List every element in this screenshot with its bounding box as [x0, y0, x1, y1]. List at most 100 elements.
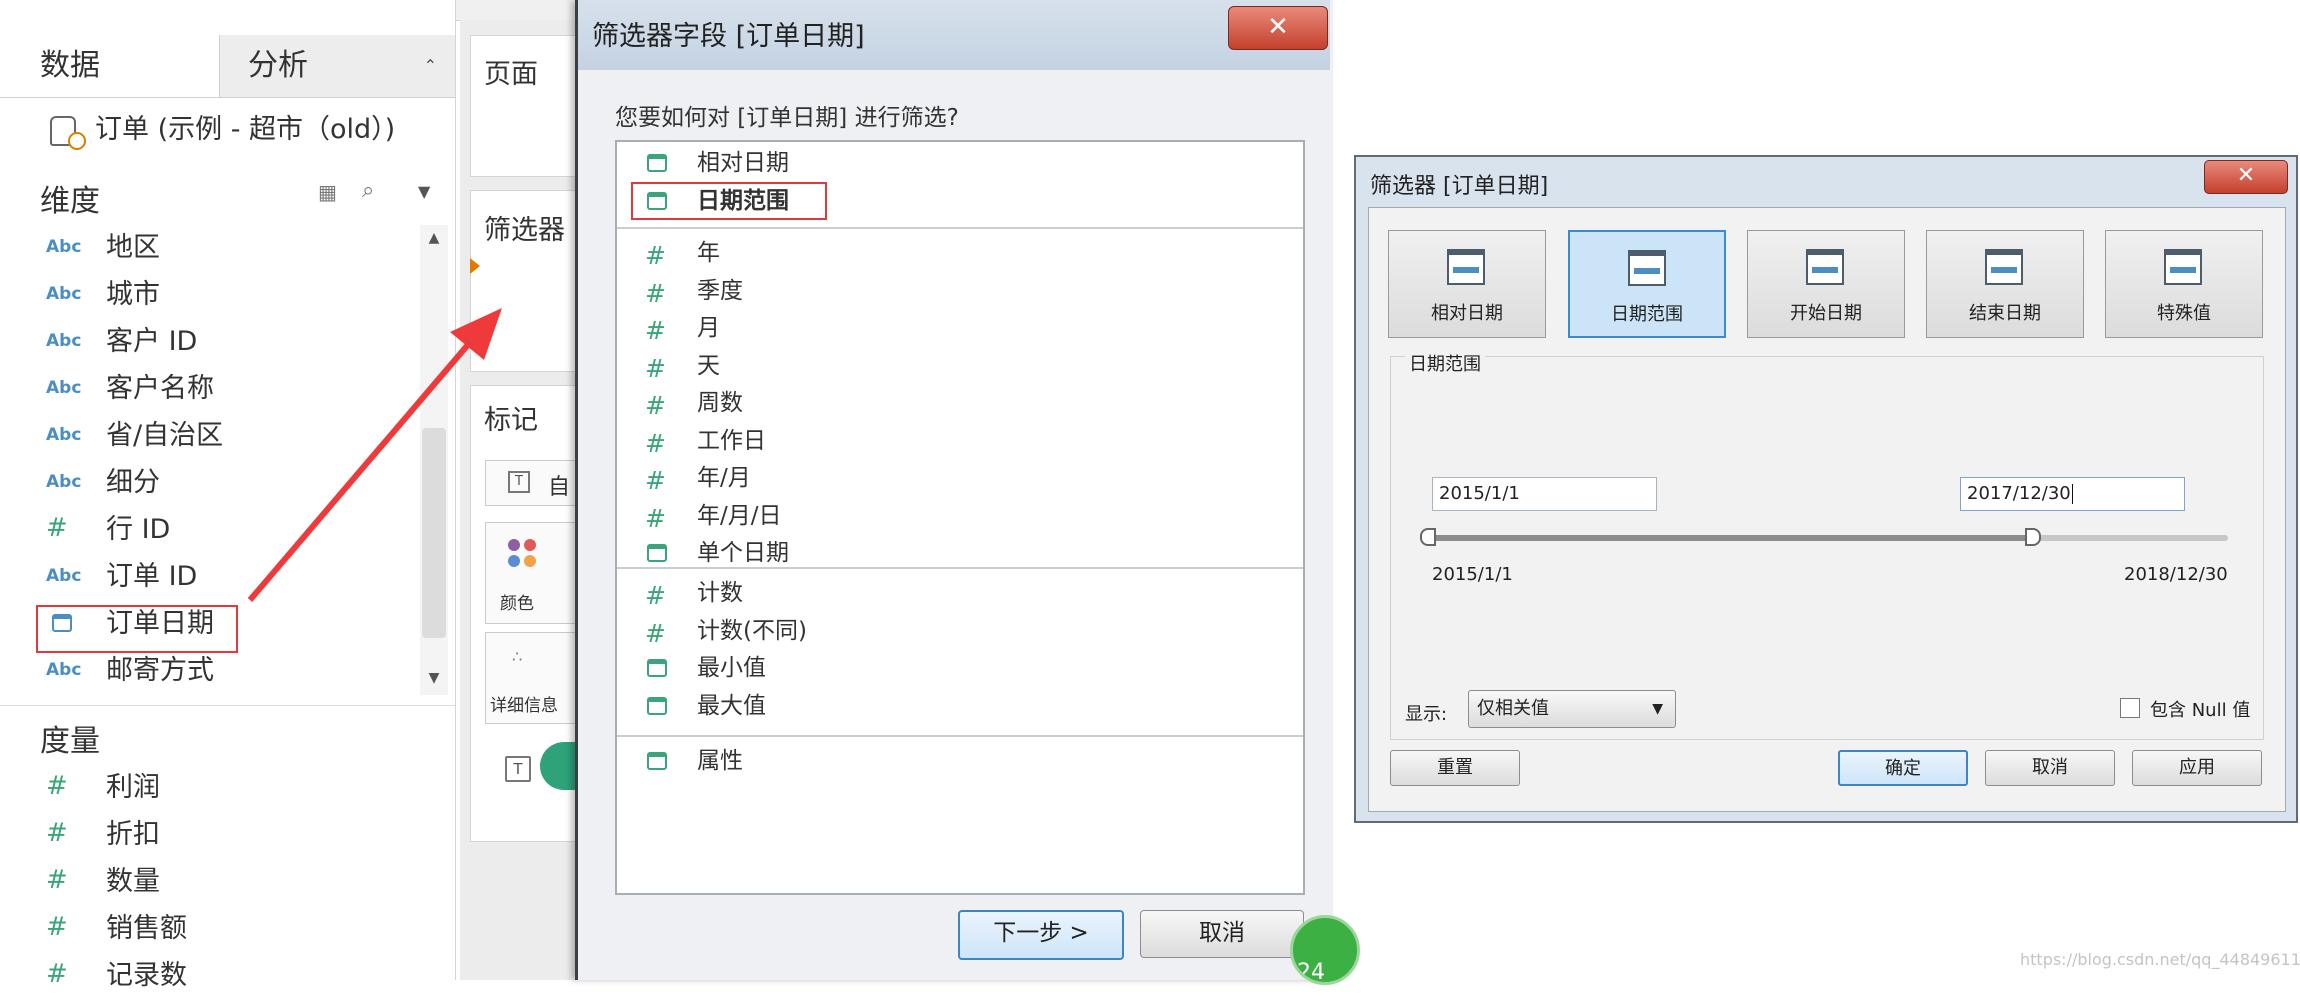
number-icon: # — [645, 581, 666, 610]
dropdown-icon[interactable]: ▼ — [418, 182, 430, 201]
calendar-icon — [647, 696, 667, 715]
option-label: 年/月/日 — [697, 502, 782, 529]
calendar-range-icon — [2164, 249, 2202, 285]
text-mark-icon: T — [508, 471, 530, 493]
filter-type-option[interactable]: 单个日期 — [615, 535, 1305, 571]
filter-type-option[interactable]: # 年 — [615, 235, 1305, 271]
filter-type-option[interactable]: # 天 — [615, 348, 1305, 384]
divider — [617, 735, 1303, 737]
end-date-input[interactable]: 2017/12/30 — [1960, 477, 2185, 511]
tab-menu-arrow-icon[interactable]: ⌃ — [424, 35, 437, 97]
filter-mode-button[interactable]: 开始日期 — [1747, 230, 1905, 338]
string-icon: Abc — [46, 660, 82, 680]
option-label: 计数 — [697, 580, 743, 606]
filter-type-option[interactable]: # 季度 — [615, 273, 1305, 309]
filter-type-option[interactable]: 最大值 — [615, 688, 1305, 724]
field-label: 记录数 — [106, 960, 187, 991]
close-button[interactable]: ✕ — [2204, 160, 2288, 194]
drop-indicator-icon — [470, 258, 480, 274]
calendar-range-icon — [1806, 249, 1844, 285]
option-label: 季度 — [697, 277, 743, 304]
start-date-input[interactable]: 2015/1/1 — [1432, 477, 1657, 511]
scroll-down-icon[interactable]: ▼ — [420, 670, 448, 690]
measure-field[interactable]: # 折扣 — [0, 812, 420, 858]
number-icon: # — [645, 466, 666, 495]
datasource-name[interactable]: 订单 (示例 - 超市（old）) — [95, 105, 395, 155]
filter-type-option[interactable]: # 计数(不同) — [615, 613, 1305, 649]
pane-tabs: 数据 分析 ⌃ — [0, 35, 455, 98]
filter-mode-label: 日期范围 — [1611, 304, 1683, 325]
filter-type-option[interactable]: 最小值 — [615, 650, 1305, 686]
filter-type-option[interactable]: # 周数 — [615, 385, 1305, 421]
slider-start-handle[interactable] — [1420, 528, 1436, 546]
include-null-label: 包含 Null 值 — [2150, 700, 2251, 721]
filter-type-option[interactable]: 相对日期 — [615, 145, 1305, 181]
filter-type-option[interactable]: # 计数 — [615, 575, 1305, 611]
filter-mode-button[interactable]: 相对日期 — [1388, 230, 1546, 338]
option-label: 计数(不同) — [697, 617, 807, 644]
ok-button[interactable]: 确定 — [1838, 750, 1968, 786]
field-label: 订单 ID — [106, 561, 198, 592]
reset-button[interactable]: 重置 — [1390, 750, 1520, 786]
divider — [617, 567, 1303, 569]
tab-analysis[interactable]: 分析 ⌃ — [220, 35, 455, 97]
filter-mode-label: 相对日期 — [1431, 303, 1503, 324]
measures-header: 度量 — [40, 724, 100, 759]
number-icon: # — [645, 428, 666, 458]
number-icon: # — [46, 513, 68, 543]
apply-button[interactable]: 应用 — [2132, 750, 2262, 786]
field-label: 城市 — [106, 279, 160, 310]
number-icon: # — [46, 959, 68, 989]
field-label: 行 ID — [106, 514, 171, 545]
filter-type-option[interactable]: 属性 — [615, 743, 1305, 779]
number-icon: # — [645, 503, 666, 533]
grid-view-icon[interactable]: ▦ — [318, 180, 337, 204]
measure-field[interactable]: # 销售额 — [0, 906, 420, 952]
slider-end-handle[interactable] — [2025, 528, 2041, 546]
cancel-button[interactable]: 取消 — [1985, 750, 2115, 786]
slider-max-label: 2018/12/30 — [2124, 564, 2228, 585]
calendar-range-icon — [1985, 249, 2023, 285]
show-values-value: 仅相关值 — [1477, 698, 1549, 719]
filter-type-option[interactable]: # 年/月/日 — [615, 498, 1305, 534]
measure-field[interactable]: # 数量 — [0, 859, 420, 905]
tab-data[interactable]: 数据 — [0, 35, 220, 97]
option-label: 年/月 — [697, 465, 751, 491]
calendar-icon — [647, 544, 667, 562]
measure-pill[interactable] — [540, 742, 580, 790]
filter-mode-button[interactable]: 结束日期 — [1926, 230, 2084, 338]
dialog-title: 筛选器字段 [订单日期] — [592, 21, 865, 52]
filter-mode-button[interactable]: 日期范围 — [1568, 230, 1726, 338]
detail-button[interactable]: ∴ 详细信息 — [485, 632, 582, 724]
field-label: 利润 — [106, 772, 160, 803]
filter-type-option[interactable]: # 工作日 — [615, 423, 1305, 459]
dimension-field[interactable]: Abc 地区 — [0, 225, 420, 271]
slider-selected-range — [1428, 535, 2033, 541]
filter-type-option[interactable]: # 年/月 — [615, 460, 1305, 496]
measure-field[interactable]: # 记录数 — [0, 953, 420, 999]
dimension-tools: ▦ ⌕ ▼ — [318, 178, 448, 208]
include-null-checkbox[interactable] — [2120, 698, 2140, 718]
number-icon: # — [46, 818, 68, 848]
datasource-link-icon — [68, 132, 86, 150]
filter-mode-label: 结束日期 — [1969, 303, 2041, 324]
detail-label: 详细信息 — [490, 696, 558, 716]
string-icon: Abc — [46, 472, 82, 492]
next-button[interactable]: 下一步 > — [958, 910, 1124, 960]
option-label: 相对日期 — [697, 150, 789, 176]
search-icon[interactable]: ⌕ — [362, 178, 374, 203]
calendar-icon — [647, 659, 667, 677]
scroll-up-icon[interactable]: ▲ — [420, 230, 448, 250]
string-icon: Abc — [46, 331, 82, 351]
number-icon: # — [645, 278, 666, 308]
date-range-group — [1390, 356, 2264, 740]
close-button[interactable]: ✕ — [1228, 6, 1328, 50]
field-label: 省/自治区 — [106, 420, 224, 451]
filter-type-option[interactable]: # 月 — [615, 310, 1305, 346]
measure-field[interactable]: # 利润 — [0, 765, 420, 811]
dimension-field[interactable]: Abc 邮寄方式 — [0, 648, 420, 694]
cancel-button[interactable]: 取消 — [1140, 910, 1304, 958]
filter-mode-button[interactable]: 特殊值 — [2105, 230, 2263, 338]
option-label: 天 — [697, 352, 720, 379]
show-values-select[interactable]: 仅相关值 ▼ — [1468, 690, 1676, 728]
